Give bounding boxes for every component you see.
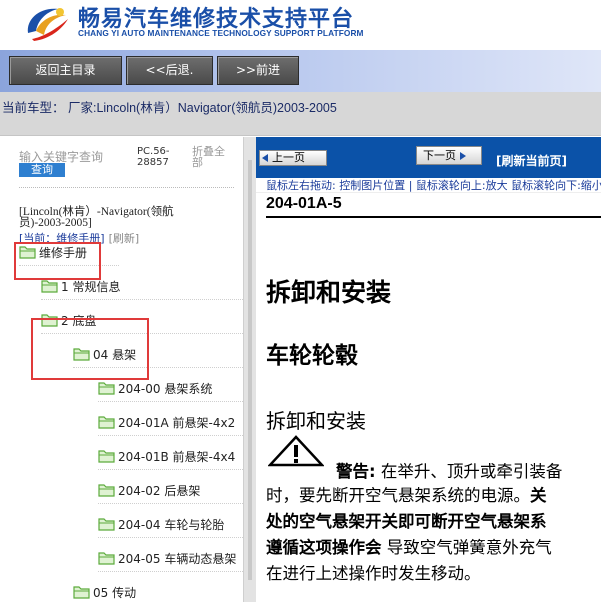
tree-item[interactable]: 204-05 车辆动态悬架: [98, 548, 236, 568]
tree-item-label: 2 底盘: [61, 313, 97, 328]
tree-item-label: 204-01B 前悬架-4x4: [118, 449, 236, 464]
folder-icon: [19, 246, 36, 259]
home-button[interactable]: 返回主目录: [9, 56, 122, 85]
refresh-tree-link[interactable]: [刷新]: [109, 232, 140, 245]
refresh-page-link[interactable]: [刷新当前页]: [496, 152, 567, 169]
app-subtitle: CHANG YI AUTO MAINTENANCE TECHNOLOGY SUP…: [78, 28, 364, 38]
tree-divider: [98, 503, 243, 504]
warning-text-2a: 时，要先断开空气悬架系统的电源。: [266, 486, 530, 505]
next-arrow-icon: [460, 151, 466, 160]
tree-divider: [98, 537, 243, 538]
tree-item-label: 204-02 后悬架: [118, 483, 201, 498]
folder-icon: [98, 484, 115, 497]
procedure-title: 拆卸和安装: [266, 409, 366, 433]
tree-divider: [41, 299, 243, 300]
folder-icon: [98, 382, 115, 395]
search-button[interactable]: 查询: [19, 163, 65, 177]
warning-line-1: 警告: 在举升、顶升或牵引装备: [336, 458, 562, 482]
tree-item[interactable]: 2 底盘: [41, 310, 96, 330]
warning-text-4a: 遵循这项操作会: [266, 538, 382, 557]
current-vehicle: 当前车型： 厂家:Lincoln(林肯）Navigator(领航员)2003-2…: [2, 101, 337, 115]
tree-item[interactable]: 1 常规信息: [41, 276, 120, 296]
vehicle-bar: 当前车型： 厂家:Lincoln(林肯）Navigator(领航员)2003-2…: [0, 92, 601, 136]
warning-text-5: 在进行上述操作时发生移动。: [266, 564, 481, 583]
warning-text-2b: 关: [530, 486, 547, 505]
folder-icon: [98, 552, 115, 565]
tree-item[interactable]: 维修手册: [19, 242, 87, 262]
app-header: 畅易汽车维修技术支持平台 CHANG YI AUTO MAINTENANCE T…: [0, 0, 601, 50]
folder-icon: [73, 348, 90, 361]
tree-item-label: 204-01A 前悬架-4x2: [118, 415, 236, 430]
warning-text-4b: 导致空气弹簧意外充气: [381, 538, 552, 557]
tree-panel: 输入关键字查询 查询 PC.56-28857 折叠全部 [Lincoln(林肯）…: [0, 137, 243, 602]
folder-icon: [98, 450, 115, 463]
page-nav-bar: 上一页 下一页 [刷新当前页]: [256, 137, 601, 178]
tree-item-label: 04 悬架: [93, 347, 137, 362]
folder-icon: [98, 518, 115, 531]
warning-triangle-icon: [268, 435, 324, 467]
tree-divider: [98, 571, 243, 572]
tree-item[interactable]: 204-01B 前悬架-4x4: [98, 446, 235, 466]
tree-item[interactable]: 204-00 悬架系统: [98, 378, 212, 398]
next-page-label: 下一页: [423, 149, 456, 162]
warning-line-4: 遵循这项操作会 导致空气弹簧意外充气: [266, 534, 552, 558]
splitter-grip[interactable]: [248, 160, 252, 580]
folder-icon: [98, 416, 115, 429]
prev-arrow-icon: [262, 154, 268, 162]
tree-item-label: 维修手册: [39, 245, 88, 260]
page-code: 204-01A-5: [266, 195, 342, 212]
document-panel: 上一页 下一页 [刷新当前页] 鼠标左右拖动: 控制图片位置 | 鼠标滚轮向上:…: [256, 137, 601, 602]
warning-line-2: 时，要先断开空气悬架系统的电源。关: [266, 482, 547, 506]
tree-item[interactable]: 204-01A 前悬架-4x2: [98, 412, 235, 432]
tree-item[interactable]: 204-04 车轮与轮胎: [98, 514, 224, 534]
back-button[interactable]: <<后退.: [126, 56, 213, 85]
pc-info: PC.56-28857: [137, 146, 170, 168]
page-rule: [266, 216, 601, 218]
tree-item[interactable]: 204-02 后悬架: [98, 480, 200, 500]
main-toolbar: 返回主目录 <<后退. >>前进: [0, 50, 601, 92]
prev-page-button[interactable]: 上一页: [259, 150, 327, 166]
model-path: [Lincoln(林肯）-Navigator(领航员)-2003-2005]: [19, 206, 174, 229]
divider: [19, 187, 234, 188]
warning-line-5: 在进行上述操作时发生移动。: [266, 560, 481, 584]
tree-item-label: 05 传动: [93, 585, 137, 600]
warning-line-3: 处的空气悬架开关即可断开空气悬架系: [266, 508, 547, 532]
warning-text-3: 处的空气悬架开关即可断开空气悬架系: [266, 512, 547, 531]
forward-button[interactable]: >>前进: [217, 56, 299, 85]
warning-text-1: 在举升、顶升或牵引装备: [375, 462, 563, 481]
next-page-button[interactable]: 下一页: [416, 146, 482, 165]
folder-icon: [41, 280, 58, 293]
tree-divider: [73, 367, 243, 368]
tree-divider: [19, 265, 119, 266]
tree-divider: [98, 435, 243, 436]
component-title: 车轮轮毂: [266, 343, 358, 369]
tree-divider: [98, 401, 243, 402]
tree-divider: [98, 469, 243, 470]
prev-page-label: 上一页: [272, 151, 305, 164]
warning-label: 警告:: [336, 462, 376, 481]
tree-item-label: 204-05 车辆动态悬架: [118, 551, 237, 566]
mouse-hint: 鼠标左右拖动: 控制图片位置 | 鼠标滚轮向上:放大 鼠标滚轮向下:缩小: [256, 178, 601, 193]
tree-item-label: 204-00 悬架系统: [118, 381, 213, 396]
folder-icon: [73, 586, 90, 599]
tree-item-label: 1 常规信息: [61, 279, 121, 294]
tree-item-label: 204-04 车轮与轮胎: [118, 517, 225, 532]
tree-divider: [41, 333, 243, 334]
folder-icon: [41, 314, 58, 327]
collapse-all-link[interactable]: 折叠全部: [192, 146, 232, 168]
tree-item[interactable]: 04 悬架: [73, 344, 136, 364]
tree-item[interactable]: 05 传动: [73, 582, 136, 602]
section-title: 拆卸和安装: [266, 278, 392, 307]
cy-logo-icon: [27, 8, 68, 41]
